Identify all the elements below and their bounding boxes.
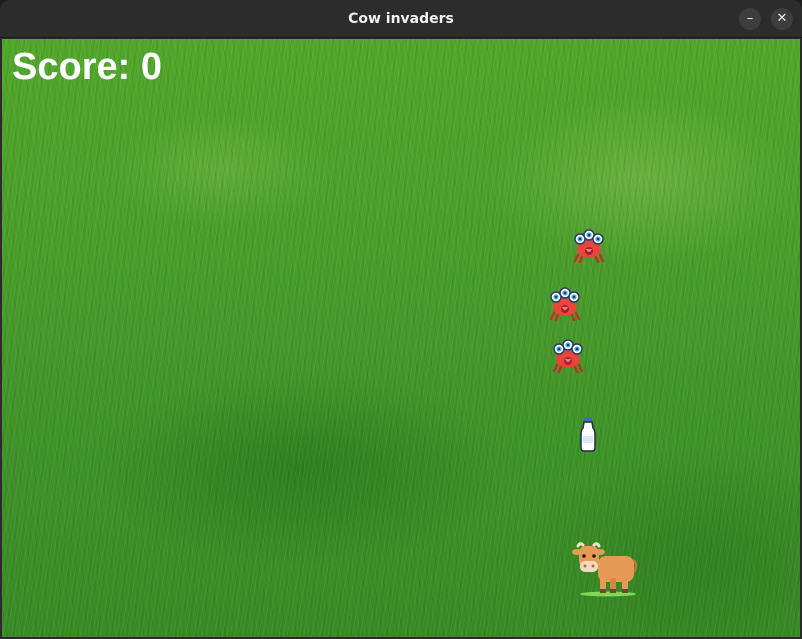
alien-crab-icon (573, 229, 605, 263)
app-window: Cow invaders – ✕ Score: 0 (0, 0, 802, 639)
alien-crab-icon (552, 339, 584, 373)
alien-crab-icon (549, 287, 581, 321)
title-bar[interactable]: Cow invaders – ✕ (0, 0, 802, 38)
milk-bottle-icon (580, 417, 596, 452)
grass-background (2, 39, 800, 637)
game-canvas[interactable]: Score: 0 (2, 39, 800, 637)
score-display: Score: 0 (12, 46, 162, 88)
minimize-button[interactable]: – (739, 8, 761, 30)
cow-icon[interactable] (572, 542, 638, 598)
close-button[interactable]: ✕ (771, 8, 793, 30)
window-title: Cow invaders (348, 11, 454, 27)
